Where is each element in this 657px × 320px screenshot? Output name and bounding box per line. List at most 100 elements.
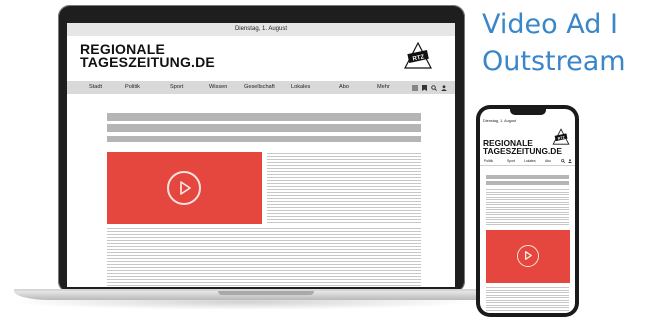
text-line: [267, 210, 421, 211]
text-line: [267, 189, 421, 190]
nav-item-abo[interactable]: Abo: [339, 81, 349, 94]
brand-line-2: TAGESZEITUNG.DE: [80, 54, 215, 70]
text-line: [267, 222, 421, 223]
nav-item-wissen[interactable]: Wissen: [209, 81, 227, 94]
menu-icon[interactable]: [412, 85, 418, 91]
phone-nav-item-lokales[interactable]: Lokales: [524, 158, 536, 164]
text-line: [486, 289, 569, 291]
text-line: [107, 255, 421, 256]
text-line: [486, 204, 569, 205]
text-line: [486, 221, 569, 223]
text-line: [267, 183, 421, 184]
text-line: [486, 287, 569, 288]
text-line: [267, 195, 421, 196]
nav-item-lokales[interactable]: Lokales: [291, 81, 310, 94]
text-line: [486, 189, 569, 190]
text-line: [486, 211, 569, 213]
brand-wordmark: REGIONALE TAGESZEITUNG.DE: [80, 42, 215, 70]
phone-placeholder-subheadline: [486, 181, 569, 185]
phone-brand-wordmark: REGIONALE TAGESZEITUNG.DE: [483, 139, 562, 155]
phone-outstream-video-ad[interactable]: [486, 230, 570, 283]
text-line: [267, 186, 421, 187]
text-line: [107, 249, 421, 250]
phone-nav-item-abo[interactable]: Abo: [545, 158, 551, 164]
text-line: [267, 180, 421, 181]
text-line: [107, 240, 421, 241]
headline-line-2: Outstream: [482, 46, 626, 77]
text-line: [267, 177, 421, 178]
phone-nav-divider: [480, 165, 575, 166]
text-line: [267, 192, 421, 193]
text-line: [486, 206, 569, 208]
rtz-logo-text: RTZ: [412, 54, 425, 62]
text-line: [486, 214, 569, 215]
text-line: [267, 153, 421, 154]
text-line: [486, 196, 569, 198]
text-line: [486, 299, 569, 301]
rtz-logo-icon: RTZ: [404, 41, 432, 69]
text-line: [486, 307, 569, 308]
text-line: [107, 258, 421, 259]
text-line: [486, 216, 569, 218]
text-line: [267, 204, 421, 205]
phone-nav-bar: Politik Sport Lokales Abo: [482, 158, 574, 164]
nav-item-gesellschaft[interactable]: Gesellschaft: [244, 81, 275, 94]
text-line: [107, 228, 421, 229]
text-line: [486, 224, 569, 225]
phone-date: Dienstag, 1. August: [483, 119, 516, 123]
phone-play-button[interactable]: [517, 245, 539, 267]
text-line: [486, 302, 569, 303]
nav-item-sport[interactable]: Sport: [170, 81, 183, 94]
phone-play-icon: [524, 251, 532, 260]
text-line: [107, 237, 421, 238]
phone-user-icon[interactable]: [568, 159, 572, 163]
nav-item-mehr[interactable]: Mehr: [377, 81, 390, 94]
text-line: [267, 168, 421, 169]
phone-search-icon[interactable]: [561, 159, 565, 163]
phone-nav-item-politik[interactable]: Politik: [484, 158, 493, 164]
outstream-video-ad[interactable]: [107, 152, 262, 224]
text-line: [107, 267, 421, 268]
phone-screen: Dienstag, 1. August REGIONALE TAGESZEITU…: [480, 109, 575, 313]
date-bar: Dienstag, 1. August: [67, 23, 455, 36]
text-line: [267, 159, 421, 160]
text-line: [107, 276, 421, 277]
text-line: [107, 261, 421, 262]
bookmark-icon[interactable]: [422, 84, 427, 91]
nav-item-stadt[interactable]: Stadt: [89, 81, 102, 94]
phone-placeholder-headline: [486, 175, 569, 179]
nav-item-politik[interactable]: Politik: [125, 81, 140, 94]
nav-bar: Stadt Politik Sport Wissen Gesellschaft …: [67, 81, 455, 94]
text-line: [107, 243, 421, 244]
text-line: [107, 246, 421, 247]
phone-rtz-logo-icon: RTZ: [552, 128, 570, 145]
text-line: [486, 294, 569, 296]
text-line: [486, 201, 569, 203]
text-line: [486, 209, 569, 210]
text-line: [107, 285, 421, 286]
text-line: [267, 216, 421, 217]
headline-line-1: Video Ad I: [482, 9, 618, 40]
text-line: [107, 264, 421, 265]
search-icon[interactable]: [431, 84, 437, 91]
headline: Video Ad I Outstream: [482, 6, 626, 80]
text-line: [267, 213, 421, 214]
text-line: [486, 219, 569, 220]
phone-nav-item-sport[interactable]: Sport: [507, 158, 515, 164]
text-line: [267, 201, 421, 202]
text-line: [486, 297, 569, 298]
placeholder-subheadline: [107, 124, 421, 132]
laptop-screen: Dienstag, 1. August REGIONALE TAGESZEITU…: [67, 23, 455, 287]
text-line: [107, 282, 421, 283]
phone-brand-line-2: TAGESZEITUNG.DE: [483, 146, 562, 156]
phone-notch: [510, 109, 546, 115]
text-line: [267, 198, 421, 199]
text-line: [267, 156, 421, 157]
placeholder-headline: [107, 113, 421, 121]
text-line: [107, 273, 421, 274]
text-line: [107, 231, 421, 232]
text-line: [486, 292, 569, 293]
play-button[interactable]: [167, 171, 201, 205]
laptop-notch: [218, 291, 314, 295]
user-icon[interactable]: [441, 84, 447, 91]
